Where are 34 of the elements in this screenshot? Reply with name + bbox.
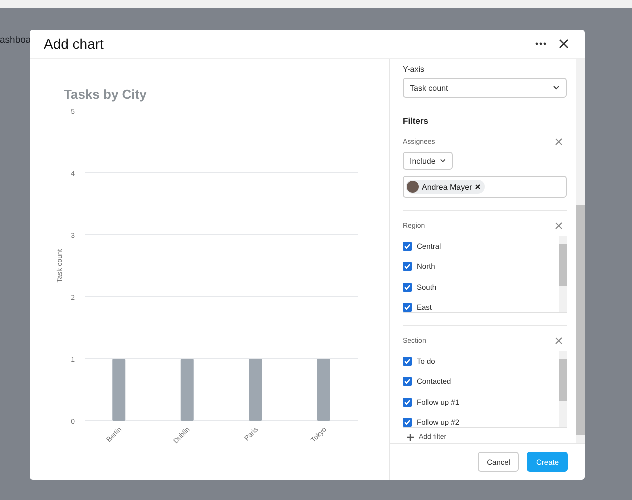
bar <box>112 359 126 421</box>
list-scrollbar[interactable] <box>559 351 567 427</box>
bar <box>180 359 194 421</box>
checkbox[interactable] <box>403 262 412 272</box>
bar <box>317 359 330 421</box>
assignee-field[interactable]: Andrea Mayer <box>403 176 567 198</box>
checkbox[interactable] <box>403 282 412 292</box>
list-scrollbar[interactable] <box>559 236 567 312</box>
y-axis-select[interactable]: Task count <box>403 78 567 98</box>
plus-icon <box>407 434 414 441</box>
filters-heading: Filters <box>403 116 430 126</box>
checkbox[interactable] <box>403 377 412 386</box>
assignee-chip[interactable]: Andrea Mayer <box>406 180 486 194</box>
checkbox[interactable] <box>403 356 412 366</box>
more-icon[interactable] <box>535 42 547 46</box>
avatar-icon <box>407 181 419 193</box>
remove-filter-icon[interactable] <box>555 337 563 345</box>
chevron-icon <box>440 159 446 163</box>
checkbox[interactable] <box>403 398 412 407</box>
page-title: ashboa <box>0 35 32 46</box>
dialog-title: Add chart <box>44 36 105 52</box>
checkbox[interactable] <box>403 303 412 312</box>
remove-filter-icon[interactable] <box>555 138 563 146</box>
checkbox[interactable] <box>403 242 412 251</box>
checkbox[interactable] <box>403 418 412 427</box>
chart-title: Tasks by City <box>64 87 148 104</box>
remove-icon[interactable] <box>475 184 482 190</box>
bar <box>249 359 262 421</box>
chevron-icon <box>553 86 560 90</box>
panel-scrollbar[interactable] <box>576 59 585 443</box>
y-axis-label: Y-axis <box>403 65 426 74</box>
close-icon[interactable] <box>559 39 569 49</box>
include-dropdown[interactable]: Include <box>403 152 453 170</box>
remove-filter-icon[interactable] <box>555 222 563 230</box>
